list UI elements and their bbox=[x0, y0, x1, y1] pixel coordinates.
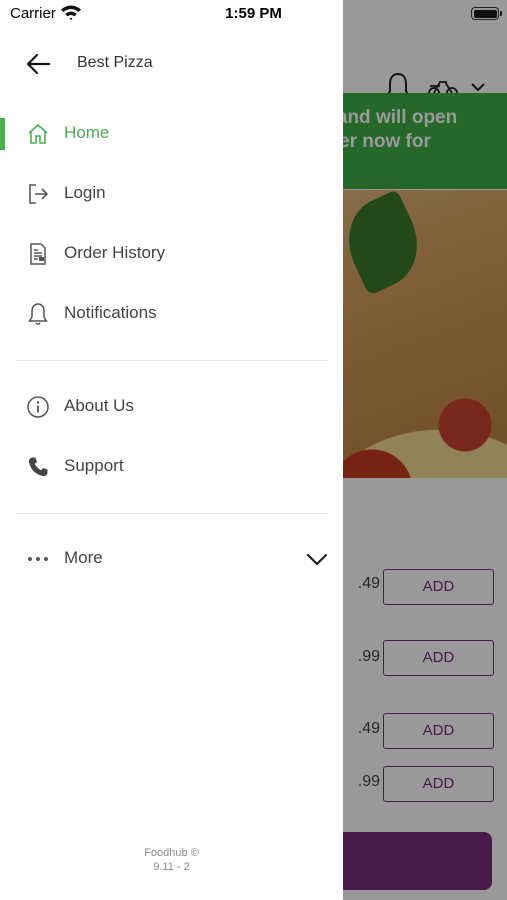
footer-brand: Foodhub © bbox=[144, 847, 199, 859]
screen: d and will open rder now for .49 ADD .99… bbox=[0, 0, 507, 900]
footer-version: 9.11 - 2 bbox=[153, 861, 190, 873]
menu-item-home[interactable]: Home bbox=[0, 104, 343, 164]
battery-icon bbox=[471, 7, 502, 20]
menu-item-label: More bbox=[64, 548, 103, 567]
carrier-label: Carrier bbox=[10, 5, 56, 22]
menu-item-notifications[interactable]: Notifications bbox=[0, 284, 343, 344]
store-name: Best Pizza bbox=[77, 54, 153, 71]
menu-item-order-history[interactable]: Order History bbox=[0, 224, 343, 284]
battery-nub bbox=[500, 11, 502, 16]
menu-item-label: About Us bbox=[64, 396, 134, 415]
status-bar: Carrier 1:59 PM bbox=[0, 0, 507, 28]
arrow-left-icon[interactable] bbox=[22, 51, 56, 77]
drawer-header: Best Pizza bbox=[0, 36, 343, 90]
menu-divider bbox=[16, 360, 328, 361]
info-icon bbox=[27, 396, 49, 418]
menu-divider bbox=[16, 513, 328, 514]
bell-icon bbox=[28, 303, 48, 325]
menu-item-about-us[interactable]: About Us bbox=[0, 377, 343, 437]
menu-item-label: Home bbox=[64, 123, 110, 142]
phone-icon bbox=[28, 457, 48, 477]
menu-item-label: Support bbox=[64, 456, 124, 475]
app-footer: Foodhub © 9.11 - 2 bbox=[0, 846, 343, 874]
wifi-icon bbox=[61, 5, 81, 20]
login-icon bbox=[29, 184, 48, 204]
menu-item-label: Login bbox=[64, 183, 106, 202]
menu-item-label: Notifications bbox=[64, 303, 157, 322]
menu-item-login[interactable]: Login bbox=[0, 164, 343, 224]
battery-level bbox=[473, 9, 497, 18]
chevron-down-icon[interactable] bbox=[306, 551, 328, 567]
active-indicator bbox=[0, 118, 5, 150]
menu-item-label: Order History bbox=[64, 243, 166, 262]
status-time: 1:59 PM bbox=[225, 5, 282, 22]
menu-item-more[interactable]: More bbox=[0, 529, 343, 589]
home-icon bbox=[28, 124, 48, 144]
receipt-icon bbox=[30, 243, 46, 265]
navigation-drawer: Best Pizza Home Login Order History Noti… bbox=[0, 0, 343, 900]
more-dots-icon bbox=[28, 557, 48, 561]
menu-item-support[interactable]: Support bbox=[0, 437, 343, 497]
